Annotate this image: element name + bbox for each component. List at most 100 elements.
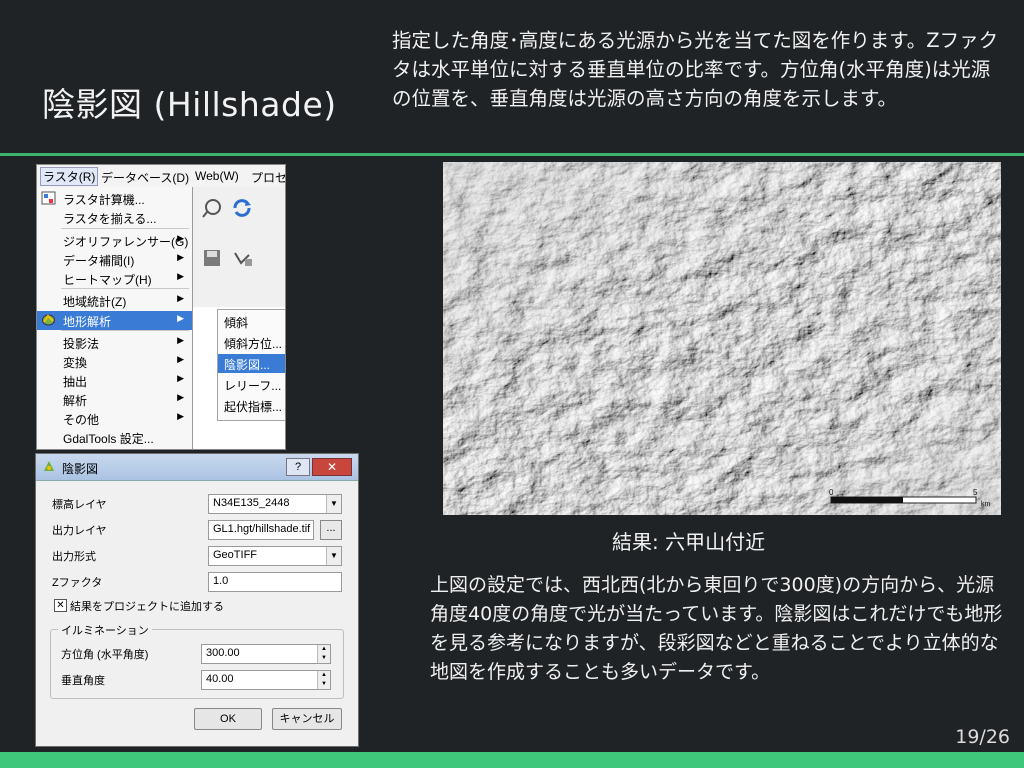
raster-dropdown: ラスタ計算機... ラスタを揃える... ジオリファレンサー(G) ▶ データ補間(I)… (37, 187, 193, 449)
zfactor-label: Zファクタ (52, 577, 103, 589)
altitude-spinbox[interactable]: 40.00 ▲ ▼ (201, 670, 331, 690)
submenu-arrow-icon: ▶ (177, 233, 184, 243)
body-text: 上図の設定では、西北西(北から東回りで300度)の方向から、光源角度40度の角度… (430, 574, 1003, 683)
submenu-arrow-icon: ▶ (177, 354, 184, 364)
submenu-item-label: レリーフ... (224, 379, 282, 393)
add-to-project-checkbox[interactable]: ✕ (54, 599, 67, 612)
node-tool-icon[interactable] (231, 247, 253, 269)
azimuth-spinbox[interactable]: 300.00 ▲ ▼ (201, 644, 331, 664)
submenu-item-label: 起伏指標... (224, 400, 283, 414)
chevron-down-icon: ▼ (326, 547, 341, 565)
menu-raster[interactable]: ラスタ(R) (40, 167, 99, 186)
menu-item[interactable]: ラスタを揃える... (37, 208, 192, 227)
terrain-icon (41, 313, 56, 327)
submenu-arrow-icon: ▶ (177, 271, 184, 281)
spin-arrows-icon[interactable]: ▲ ▼ (317, 645, 330, 663)
menu-item[interactable]: 変換 ▶ (37, 352, 192, 371)
output-layer-field[interactable]: GL1.hgt/hillshade.tif (208, 520, 314, 540)
menu-separator (61, 288, 189, 289)
submenu-item[interactable]: レリーフ... (218, 375, 285, 394)
submenu-item[interactable]: 起伏指標... (218, 396, 285, 415)
menu-processing[interactable]: プロセ (251, 169, 285, 186)
submenu-arrow-icon: ▶ (177, 293, 184, 303)
zfactor-field[interactable]: 1.0 (208, 572, 342, 592)
elevation-layer-select[interactable]: N34E135_2448 ▼ (208, 494, 342, 514)
hillshade-image: 0 5 km (443, 162, 1001, 515)
menu-item[interactable]: ラスタ計算機... (37, 189, 192, 208)
identify-icon[interactable] (201, 197, 223, 219)
spin-arrows-icon[interactable]: ▲ ▼ (317, 671, 330, 689)
cancel-button[interactable]: キャンセル (272, 708, 342, 730)
submenu-item[interactable]: 傾斜 (218, 312, 285, 331)
menubar: ラスタ(R) データベース(D) Web(W) プロセ (37, 165, 285, 188)
scale-label-0: 0 (829, 488, 834, 497)
ok-button[interactable]: OK (194, 708, 262, 730)
menu-item[interactable]: 投影法 ▶ (37, 333, 192, 352)
submenu-arrow-icon: ▶ (177, 392, 184, 402)
close-button[interactable]: ✕ (312, 458, 352, 476)
terrain-analysis-submenu: 傾斜傾斜方位... 陰影図... レリーフ... 起伏指標... (217, 309, 285, 421)
menu-item-label: その他 (63, 413, 100, 427)
menu-item[interactable]: 抽出 ▶ (37, 371, 192, 390)
menu-item[interactable]: ジオリファレンサー(G) ▶ (37, 231, 192, 250)
submenu-item[interactable]: 陰影図... (218, 354, 285, 373)
dialog-title: 陰影図 (62, 462, 99, 476)
menu-item-label: 地形解析 (63, 315, 112, 329)
altitude-value: 40.00 (206, 673, 234, 685)
menu-item-label: ラスタ計算機... (63, 193, 145, 207)
menu-separator (61, 228, 189, 229)
qgis-icon (42, 459, 56, 473)
toolbar-fragment (193, 187, 285, 307)
menu-item[interactable]: データ補間(I) ▶ (37, 250, 192, 269)
menu-separator (61, 330, 189, 331)
menu-database[interactable]: データベース(D) (101, 169, 189, 186)
save-edits-icon[interactable] (201, 247, 223, 269)
menu-item[interactable]: 地形解析 ▶ (37, 311, 192, 330)
help-button[interactable]: ? (286, 458, 310, 476)
output-format-value: GeoTIFF (213, 549, 258, 561)
illumination-label: イルミネーション (58, 622, 152, 638)
scale-label-5: 5 (973, 488, 978, 497)
image-caption: 結果: 六甲山付近 (612, 530, 766, 554)
submenu-arrow-icon: ▶ (177, 313, 184, 323)
scale-unit: km (981, 501, 991, 508)
output-layer-label: 出力レイヤ (52, 525, 107, 537)
menu-item-label: 地域統計(Z) (63, 295, 127, 309)
menu-item[interactable]: その他 ▶ (37, 409, 192, 428)
submenu-arrow-icon: ▶ (177, 373, 184, 383)
menu-item-label: 解析 (63, 394, 88, 408)
submenu-arrow-icon: ▶ (177, 252, 184, 262)
submenu-item-label: 傾斜 (224, 316, 249, 330)
menu-item-label: GdalTools 設定... (63, 432, 154, 446)
header-divider (0, 153, 1024, 156)
chevron-down-icon: ▼ (326, 495, 341, 513)
browse-button[interactable]: ... (320, 520, 342, 540)
refresh-icon[interactable] (231, 197, 253, 219)
illumination-group: 方位角 (水平角度) 300.00 ▲ ▼ 垂直角度 40.00 ▲ ▼ (50, 629, 344, 699)
submenu-arrow-icon: ▶ (177, 335, 184, 345)
hillshade-dialog: 陰影図 ? ✕ 標高レイヤ N34E135_2448 ▼ 出力レイヤ GL1.h… (35, 453, 359, 747)
menu-item[interactable]: GdalTools 設定... (37, 428, 192, 447)
azimuth-value: 300.00 (206, 647, 240, 659)
elevation-layer-value: N34E135_2448 (213, 497, 290, 509)
menu-web[interactable]: Web(W) (195, 169, 239, 183)
raster-menu-screenshot: ラスタ(R) データベース(D) Web(W) プロセ ラスタ計算機... ラスタ… (36, 164, 286, 450)
menu-item-label: データ補間(I) (63, 254, 135, 268)
dialog-titlebar: 陰影図 ? ✕ (36, 454, 358, 481)
menu-item-label: ジオリファレンサー(G) (63, 235, 189, 249)
menu-item-label: ラスタを揃える... (63, 212, 157, 226)
menu-item[interactable]: 解析 ▶ (37, 390, 192, 409)
menu-item[interactable]: 地域統計(Z) ▶ (37, 291, 192, 310)
azimuth-label: 方位角 (水平角度) (61, 649, 149, 661)
menu-item[interactable]: ヒートマップ(H) ▶ (37, 269, 192, 288)
output-format-select[interactable]: GeoTIFF ▼ (208, 546, 342, 566)
submenu-item-label: 陰影図... (224, 358, 271, 372)
submenu-arrow-icon: ▶ (177, 411, 184, 421)
submenu-item[interactable]: 傾斜方位... (218, 333, 285, 352)
menu-item-label: 変換 (63, 356, 88, 370)
page-number: 19/26 (955, 726, 1010, 748)
menu-item-label: 投影法 (63, 337, 100, 351)
output-layer-value: GL1.hgt/hillshade.tif (213, 523, 311, 535)
submenu-item-label: 傾斜方位... (224, 337, 283, 351)
elevation-layer-label: 標高レイヤ (52, 499, 107, 511)
